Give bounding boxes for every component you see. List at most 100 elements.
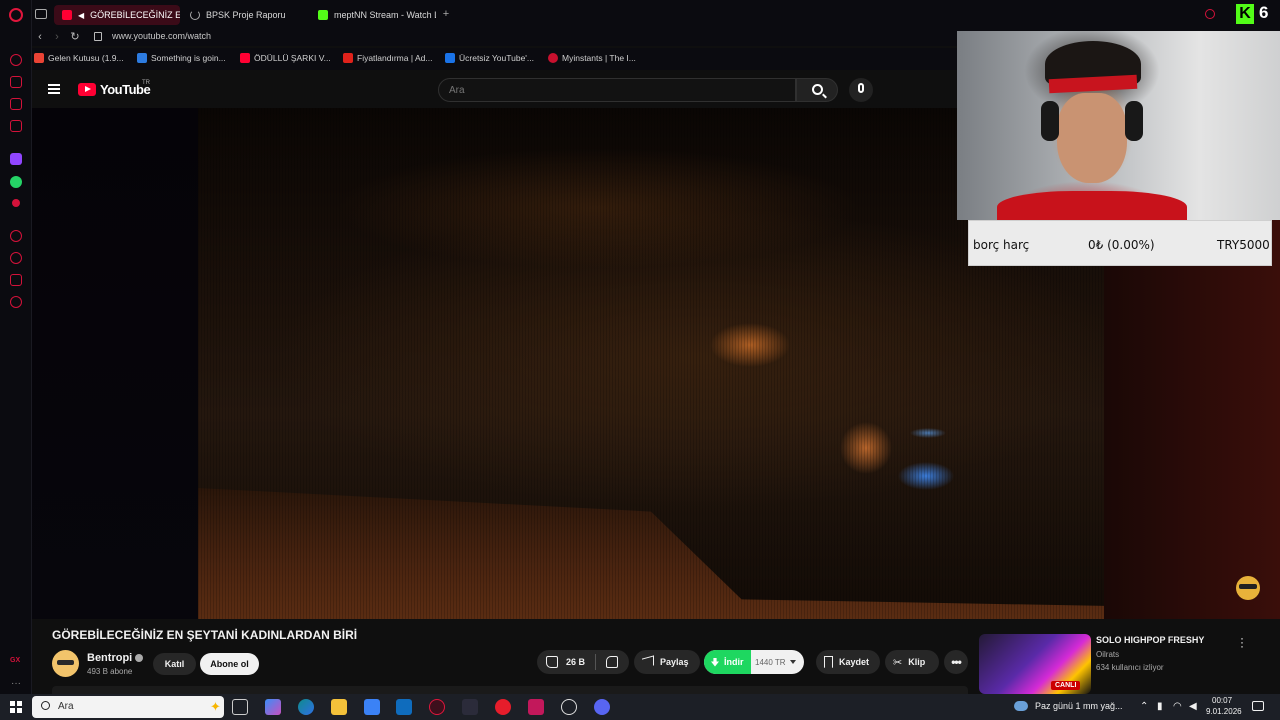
wifi-icon[interactable]: ◠ [1173, 701, 1182, 712]
url-field[interactable]: www.youtube.com/watch [112, 31, 211, 41]
tab-search-icon[interactable] [1205, 9, 1215, 19]
channel-avatar[interactable] [52, 650, 79, 677]
store-icon[interactable] [364, 699, 380, 715]
description-box[interactable] [52, 686, 968, 694]
task-view-icon[interactable] [232, 699, 248, 715]
gx-vk-icon[interactable] [12, 199, 20, 207]
clock-date[interactable]: 9.01.2026 [1206, 707, 1242, 716]
bookmark-ucretsiz-youtube[interactable]: Ücretsiz YouTube'... [445, 53, 534, 63]
gx-player-icon[interactable] [10, 120, 22, 132]
gx-store-icon[interactable] [10, 76, 22, 88]
verified-check-icon [135, 654, 144, 662]
clip-button[interactable]: ✂ Klip [885, 650, 939, 674]
like-divider [595, 654, 597, 670]
webcam-headset [1125, 101, 1143, 141]
youtube-logo[interactable]: YouTube [78, 82, 151, 97]
bookmark-label: Ücretsiz YouTube'... [459, 53, 535, 63]
bookmark-label: Gelen Kutusu (1.9... [48, 53, 124, 63]
clock-icon[interactable] [10, 252, 22, 264]
webcam-shirt [997, 191, 1187, 220]
weather-text[interactable]: Paz günü 1 mm yağ... [1035, 701, 1123, 711]
microphone-tray-icon[interactable]: ▮ [1157, 701, 1163, 712]
whatsapp-icon[interactable] [10, 176, 22, 188]
download-quality-select[interactable]: 1440 TR [755, 658, 786, 667]
twitch-icon[interactable] [10, 153, 22, 165]
opera-gx-logo-icon[interactable] [9, 8, 23, 22]
download-button[interactable]: İndir [704, 650, 751, 674]
tab-youtube-video[interactable]: ◀ GÖREBİLECEĞİNİZ EN [54, 5, 180, 25]
lock-icon[interactable] [94, 32, 102, 41]
recommended-channel[interactable]: Oilrats [1096, 650, 1119, 659]
like-dislike-group: 26 B [537, 650, 629, 674]
myinstants-icon [548, 53, 558, 63]
reload-icon[interactable]: ↻ [69, 30, 81, 44]
back-arrow-icon[interactable]: ‹ [34, 30, 46, 44]
bookmark-myinstants[interactable]: Myinstants | The I... [548, 53, 636, 63]
weather-icon[interactable] [1014, 701, 1028, 711]
voice-search-button[interactable] [849, 78, 873, 102]
windows-start-icon[interactable] [10, 701, 22, 713]
forward-arrow-icon[interactable]: › [51, 30, 63, 44]
save-button[interactable]: Kaydet [816, 650, 880, 674]
subscribe-button[interactable]: Abone ol [200, 653, 259, 675]
bookmark-gmail[interactable]: Gelen Kutusu (1.9... [34, 53, 124, 63]
opera-gx-icon[interactable] [429, 699, 445, 715]
search-input[interactable] [438, 78, 796, 102]
app-red-icon[interactable] [495, 699, 511, 715]
webcam-overlay [957, 31, 1280, 220]
bookmark-label: Fiyatlandırma | Ad... [357, 53, 433, 63]
copilot-sparkle-icon: ✦ [210, 699, 221, 714]
gx-history-icon[interactable] [10, 230, 22, 242]
tab-overview-icon[interactable] [35, 9, 47, 19]
donation-name: borç harç [973, 238, 1030, 252]
copilot-icon[interactable] [265, 699, 281, 715]
gx-corner-icon[interactable] [10, 98, 22, 110]
join-button[interactable]: Katıl [153, 653, 196, 675]
menu-hamburger-icon[interactable] [48, 84, 60, 94]
steam-icon[interactable] [561, 699, 577, 715]
file-explorer-icon[interactable] [331, 699, 347, 715]
gx-control-icon[interactable] [10, 54, 22, 66]
more-actions-button[interactable]: ••• [944, 650, 968, 674]
settings-gear-icon[interactable] [10, 296, 22, 308]
volume-icon[interactable]: ◀ [1189, 701, 1197, 712]
taskbar-search[interactable]: Ara ✦ [32, 696, 224, 718]
mail-icon[interactable] [396, 699, 412, 715]
recommended-thumbnail[interactable]: CANLI [979, 634, 1091, 694]
share-button[interactable]: Paylaş [634, 650, 700, 674]
bookmark-odullu[interactable]: ÖDÜLLÜ ŞARKI V... [240, 53, 331, 63]
recommended-more-icon[interactable]: · · · [1238, 632, 1246, 652]
davinci-icon[interactable] [462, 699, 478, 715]
bookmark-something[interactable]: Something is goin... [137, 53, 226, 63]
tab-kick-stream[interactable]: meptNN Stream - Watch L [310, 5, 436, 25]
page-icon [137, 53, 147, 63]
like-count[interactable]: 26 B [566, 657, 585, 667]
loading-spinner-icon [190, 10, 200, 20]
channel-watermark-icon[interactable] [1236, 576, 1260, 600]
new-tab-plus-icon[interactable]: + [440, 8, 452, 20]
bookmark-fiyatlandirma[interactable]: Fiyatlandırma | Ad... [343, 53, 432, 63]
sidebar-more-icon[interactable]: ··· [11, 678, 21, 689]
extensions-icon[interactable] [10, 274, 22, 286]
adobe-icon [343, 53, 353, 63]
speaker-icon[interactable]: ◀ [78, 11, 84, 20]
gmail-icon [34, 53, 44, 63]
thumbs-down-icon[interactable] [606, 656, 619, 668]
app-pink-icon[interactable] [528, 699, 544, 715]
tray-chevron-up-icon[interactable]: ⌃ [1140, 701, 1148, 712]
discord-icon[interactable] [594, 699, 610, 715]
save-label: Kaydet [839, 657, 870, 667]
search-button[interactable] [796, 78, 838, 102]
notification-icon[interactable] [1252, 701, 1264, 711]
clip-label: Klip [908, 657, 926, 667]
download-group: İndir 1440 TR [704, 650, 804, 674]
clock-time[interactable]: 00:07 [1212, 696, 1232, 705]
bookmark-label: Myinstants | The I... [562, 53, 636, 63]
region-code: TR [142, 80, 150, 86]
recommended-title[interactable]: SOLO HIGHPOP FRESHY [1096, 635, 1204, 645]
channel-name[interactable]: Bentropi [87, 652, 144, 664]
thumbs-up-icon[interactable] [546, 656, 558, 668]
tab-bpsk-report[interactable]: BPSK Proje Raporu [182, 5, 308, 25]
edge-icon[interactable] [298, 699, 314, 715]
chevron-down-icon[interactable] [789, 660, 796, 664]
